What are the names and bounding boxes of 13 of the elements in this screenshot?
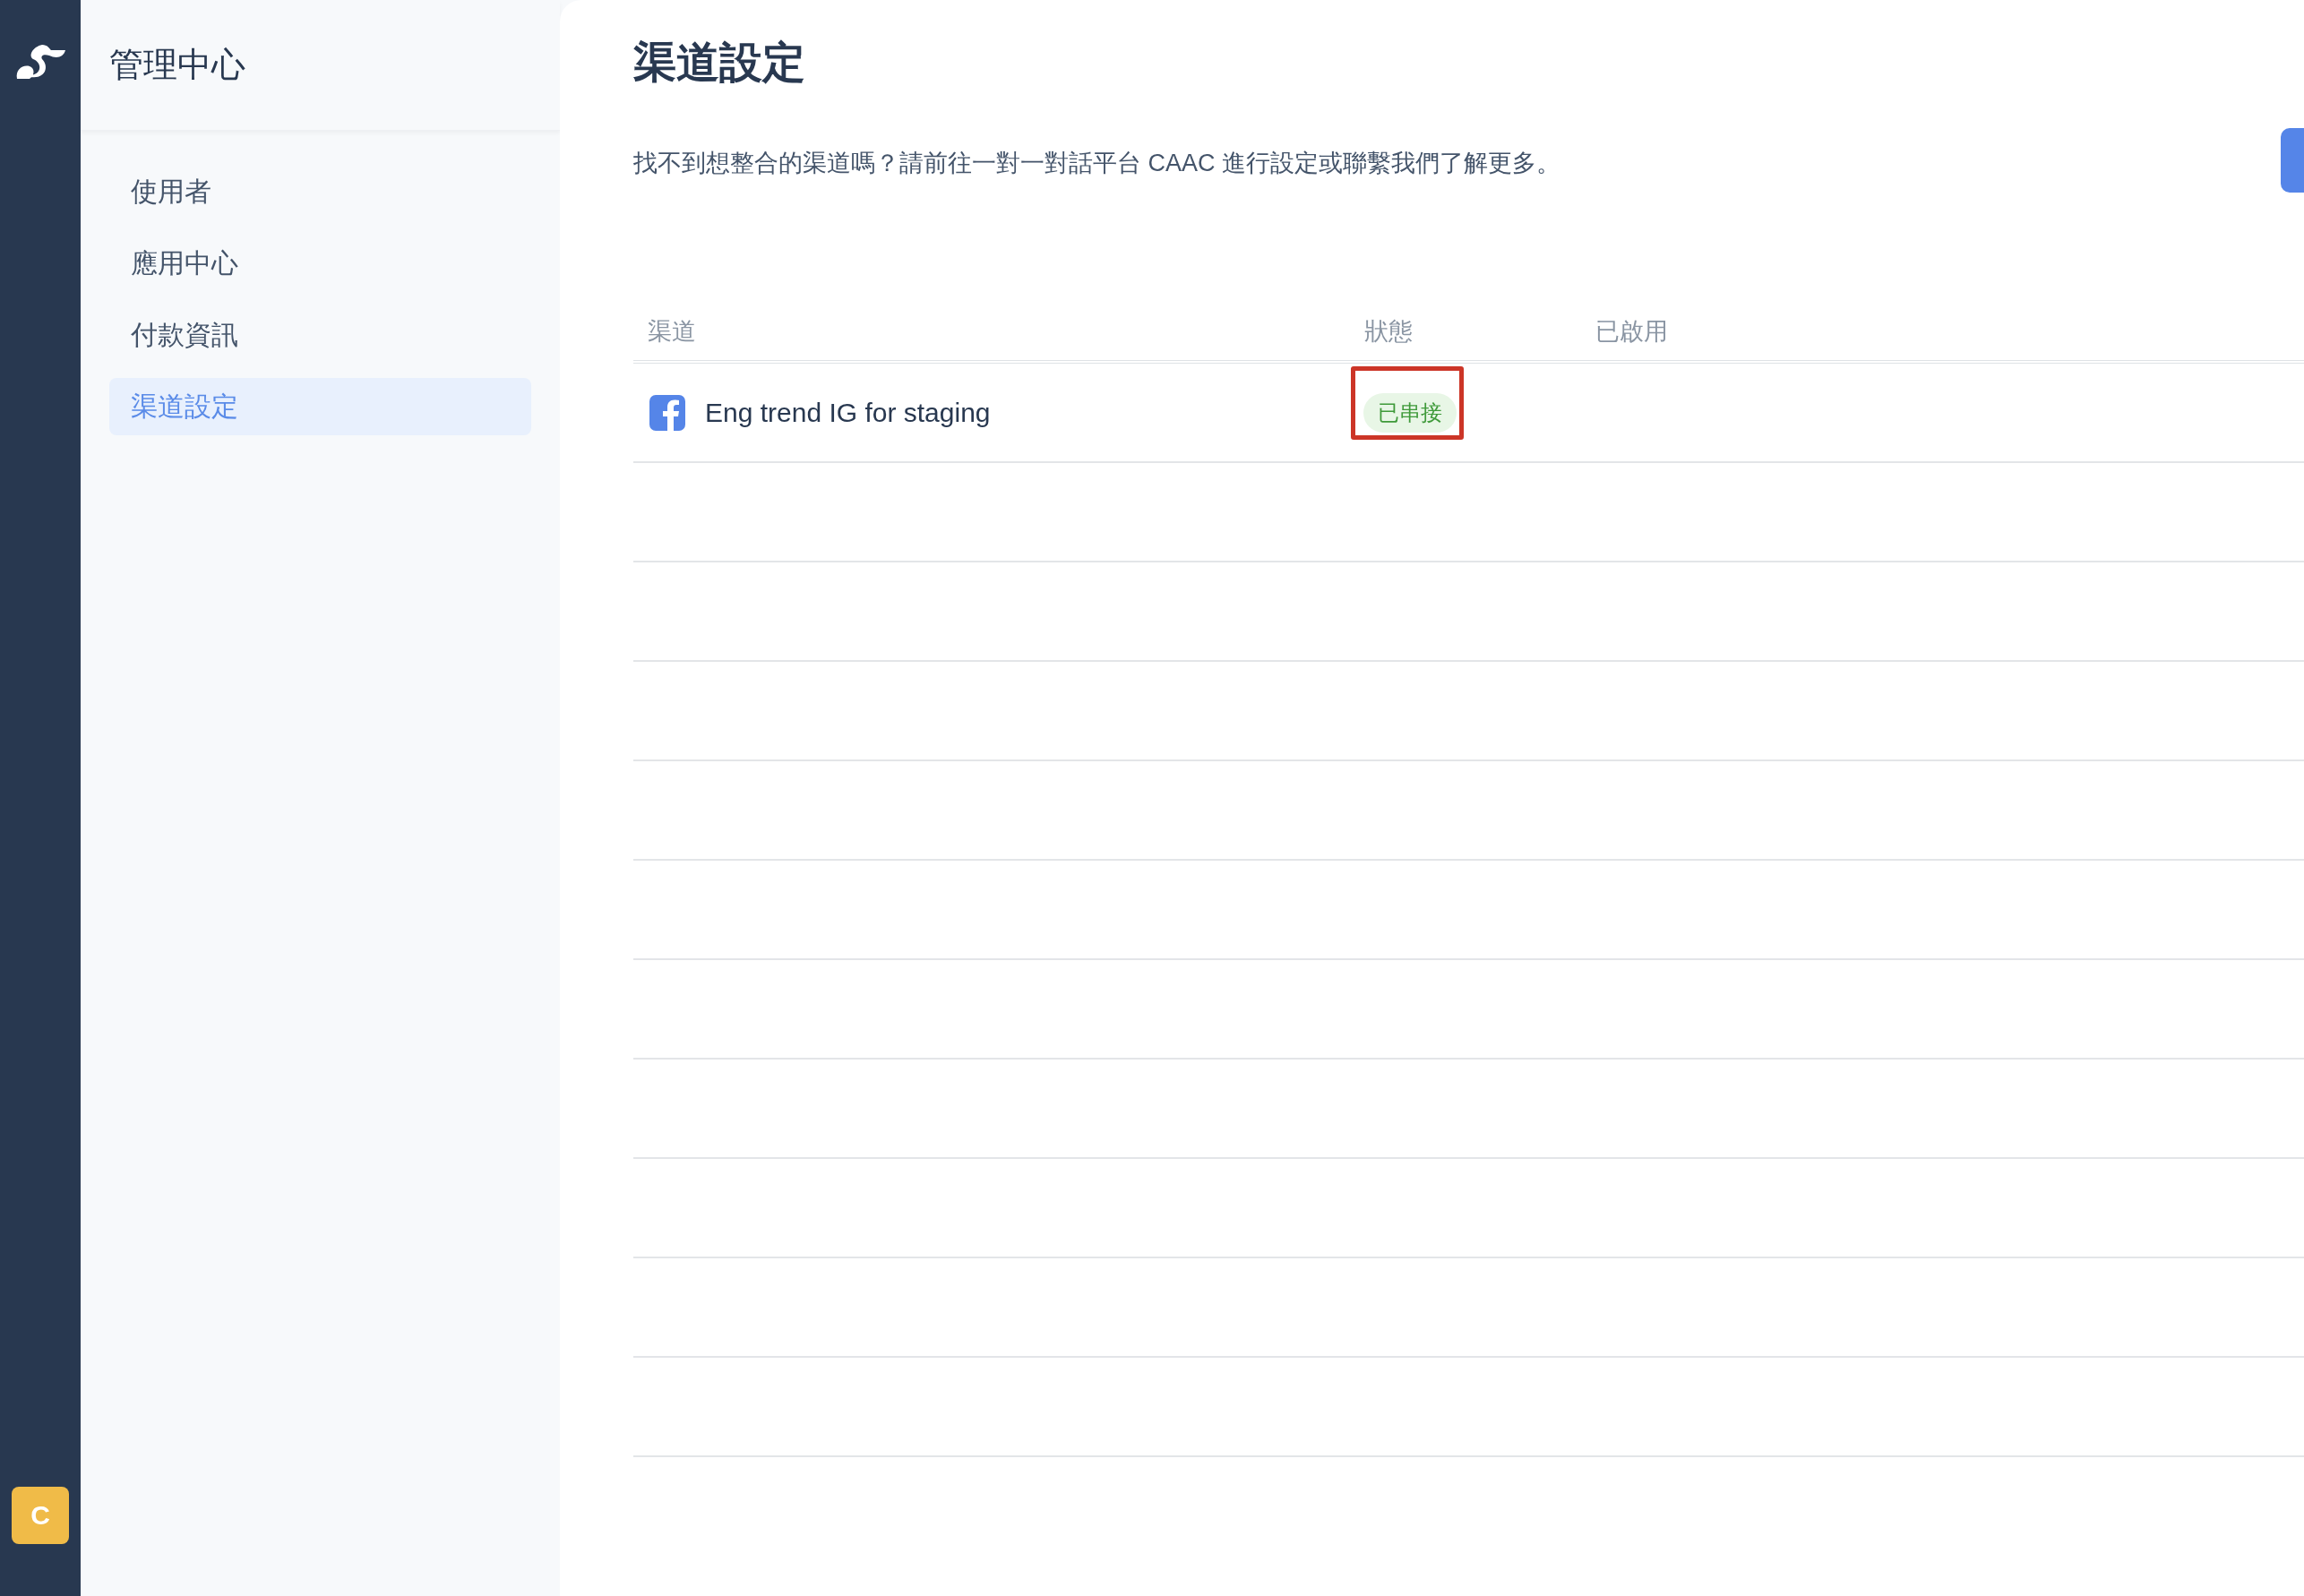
column-header: 渠道	[647, 317, 697, 347]
column-header: 狀態	[1363, 317, 1414, 347]
page-title: 渠道設定	[633, 38, 806, 88]
sidebar-item[interactable]: 付款資訊	[109, 306, 531, 364]
facebook-icon	[649, 394, 685, 431]
sidebar-item[interactable]: 使用者	[109, 163, 531, 220]
column-header: 已啟用	[1595, 317, 1669, 347]
channel-name: Eng trend IG for staging	[705, 397, 991, 428]
bird-logo-icon	[15, 43, 65, 81]
connected-status: 已串接	[1363, 392, 1457, 433]
description-text: 找不到想整合的渠道嗎？請前往一對一對話平台 CAAC 進行設定或聯繫我們了解更多。	[633, 149, 1561, 178]
sidebar-title: 管理中心	[109, 45, 245, 85]
sidebar-item[interactable]: 應用中心	[109, 235, 531, 292]
